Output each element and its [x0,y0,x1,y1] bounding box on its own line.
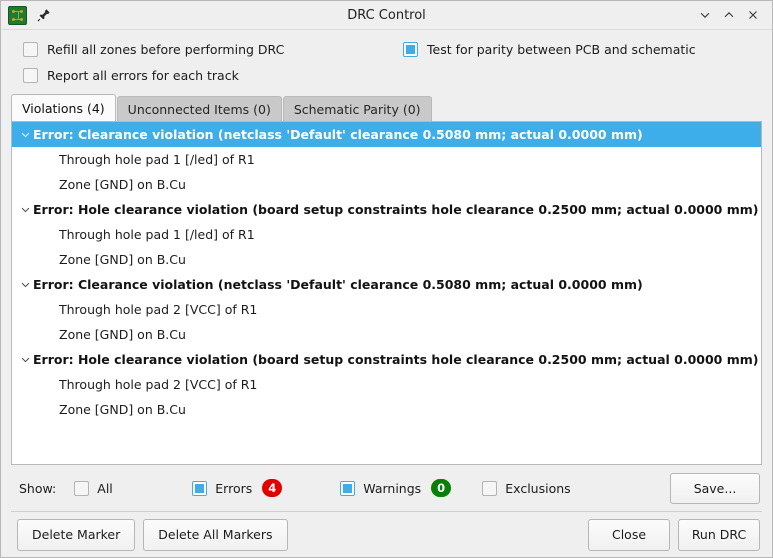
violation-child-label: Through hole pad 1 [/led] of R1 [59,152,255,167]
violation-header-row[interactable]: Error: Hole clearance violation (board s… [12,347,761,372]
show-label: Show: [19,481,56,496]
violation-child-row[interactable]: Through hole pad 1 [/led] of R1 [12,147,761,172]
show-errors-checkbox[interactable] [192,481,207,496]
close-button[interactable] [742,4,764,26]
warnings-count-badge: 0 [431,479,451,497]
test-parity-checkbox[interactable] [403,42,418,57]
chevron-down-icon[interactable] [17,204,33,215]
violation-header-row[interactable]: Error: Clearance violation (netclass 'De… [12,122,761,147]
tab-bar: Violations (4) Unconnected Items (0) Sch… [1,89,772,121]
tab-violations[interactable]: Violations (4) [11,94,116,121]
show-exclusions-checkbox[interactable] [482,481,497,496]
violation-child-label: Zone [GND] on B.Cu [59,327,186,342]
violations-list[interactable]: Error: Clearance violation (netclass 'De… [11,121,762,465]
chevron-down-icon[interactable] [17,279,33,290]
violation-child-row[interactable]: Zone [GND] on B.Cu [12,247,761,272]
pcb-board-icon [8,6,27,25]
violation-header-row[interactable]: Error: Hole clearance violation (board s… [12,197,761,222]
errors-count-badge: 4 [262,479,282,497]
report-all-errors-checkbox[interactable] [23,68,38,83]
show-warnings-checkbox[interactable] [340,481,355,496]
title-bar-left [1,6,52,25]
tab-unconnected-items-label: Unconnected Items (0) [128,102,271,117]
refill-zones-checkbox[interactable] [23,42,38,57]
show-errors-label: Errors [215,481,252,496]
tab-schematic-parity-label: Schematic Parity (0) [294,102,421,117]
show-all-item: All [74,481,192,496]
violation-header-label: Error: Hole clearance violation (board s… [33,352,759,367]
drc-options: Refill all zones before performing DRC T… [1,30,772,89]
show-filter-bar: Show: All Errors 4 Warnings 0 Exclusions… [1,465,772,511]
minimize-button[interactable] [694,4,716,26]
violation-child-label: Zone [GND] on B.Cu [59,252,186,267]
violation-group: Error: Hole clearance violation (board s… [12,347,761,422]
show-all-label: All [97,481,113,496]
violation-child-label: Zone [GND] on B.Cu [59,177,186,192]
show-warnings-item: Warnings 0 [340,479,482,497]
run-drc-button[interactable]: Run DRC [678,519,760,551]
show-all-checkbox[interactable] [74,481,89,496]
show-warnings-label: Warnings [363,481,421,496]
pin-icon[interactable] [36,7,52,23]
violation-child-row[interactable]: Through hole pad 2 [VCC] of R1 [12,297,761,322]
test-parity-label: Test for parity between PCB and schemati… [427,42,696,57]
violation-header-label: Error: Clearance violation (netclass 'De… [33,127,643,142]
violation-child-row[interactable]: Through hole pad 2 [VCC] of R1 [12,372,761,397]
chevron-down-icon[interactable] [17,129,33,140]
violation-header-label: Error: Hole clearance violation (board s… [33,202,759,217]
violation-child-label: Zone [GND] on B.Cu [59,402,186,417]
refill-zones-label: Refill all zones before performing DRC [47,42,284,57]
tab-unconnected-items[interactable]: Unconnected Items (0) [117,96,282,122]
window-title: DRC Control [1,8,772,23]
tab-violations-label: Violations (4) [22,101,105,116]
maximize-button[interactable] [718,4,740,26]
tab-schematic-parity[interactable]: Schematic Parity (0) [283,96,432,122]
window-controls [694,4,772,26]
close-button-footer[interactable]: Close [588,519,670,551]
show-exclusions-item: Exclusions [482,481,570,496]
violation-child-label: Through hole pad 2 [VCC] of R1 [59,302,257,317]
footer-bar: Delete Marker Delete All Markers Close R… [1,512,772,557]
report-all-errors-label: Report all errors for each track [47,68,239,83]
options-row-2: Report all errors for each track [1,68,772,83]
violation-child-row[interactable]: Zone [GND] on B.Cu [12,322,761,347]
violation-header-row[interactable]: Error: Clearance violation (netclass 'De… [12,272,761,297]
show-errors-item: Errors 4 [192,479,340,497]
violation-child-row[interactable]: Through hole pad 1 [/led] of R1 [12,222,761,247]
violation-child-row[interactable]: Zone [GND] on B.Cu [12,172,761,197]
violation-group: Error: Hole clearance violation (board s… [12,197,761,272]
violation-child-label: Through hole pad 1 [/led] of R1 [59,227,255,242]
violation-group: Error: Clearance violation (netclass 'De… [12,272,761,347]
violation-group: Error: Clearance violation (netclass 'De… [12,122,761,197]
show-exclusions-label: Exclusions [505,481,570,496]
chevron-down-icon[interactable] [17,354,33,365]
options-row-1: Refill all zones before performing DRC T… [1,42,772,57]
violation-header-label: Error: Clearance violation (netclass 'De… [33,277,643,292]
delete-all-markers-button[interactable]: Delete All Markers [143,519,287,551]
save-button[interactable]: Save... [670,473,760,504]
delete-marker-button[interactable]: Delete Marker [17,519,135,551]
violation-child-row[interactable]: Zone [GND] on B.Cu [12,397,761,422]
violation-child-label: Through hole pad 2 [VCC] of R1 [59,377,257,392]
drc-control-window: DRC Control Refill all zones before perf… [0,0,773,558]
title-bar: DRC Control [1,1,772,30]
